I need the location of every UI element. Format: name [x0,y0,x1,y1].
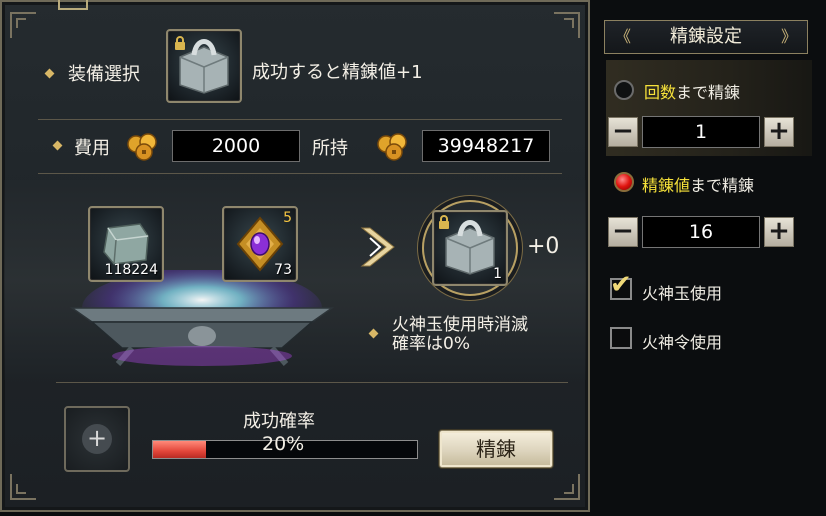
count-plus-button[interactable]: + [764,117,794,147]
option-level-rest: まで精錬 [690,176,755,195]
level-value[interactable]: 16 [642,216,760,248]
material-count: 73 [274,262,292,278]
fire-jade-label: 火神玉使用 [642,284,723,303]
corner-ornament [10,474,36,500]
equip-slot[interactable] [166,29,242,103]
stone-block-icon [179,39,229,94]
option-level-highlight: 精錬値 [642,176,691,195]
refine-button[interactable]: 精錬 [439,430,553,468]
equip-select-label: 装備選択 [68,64,140,85]
option-count-label: 回数まで精錬 [644,79,740,103]
plus-icon: + [82,424,112,454]
divider [56,382,568,383]
fire-order-label: 火神令使用 [642,333,723,352]
settings-header: 《 精錬設定 》 [604,20,808,54]
result-slot[interactable]: 1 [432,210,508,286]
corner-ornament [10,12,36,38]
material-count: 118224 [104,262,158,278]
radio-count[interactable] [614,80,634,100]
cauldron-icon [69,270,335,366]
material-slot[interactable]: 118224 [88,206,164,282]
success-effect-text: 成功すると精錬値+1 [252,62,423,83]
radio-level[interactable] [614,172,634,192]
settings-panel: 《 精錬設定 》 回数まで精錬 − 1 + 精錬値まで精錬 − 16 + ✔ 火… [596,0,822,512]
cost-value: 2000 [172,130,300,162]
chevron-right-icon [360,227,395,267]
count-minus-button[interactable]: − [608,117,638,147]
level-plus-button[interactable]: + [764,217,794,247]
corner-ornament [554,12,580,38]
result-count: 1 [493,266,502,282]
option-count-rest: まで精錬 [676,83,741,102]
corner-ornament [554,474,580,500]
option-level-label: 精錬値まで精錬 [642,172,754,196]
option-count-highlight: 回数 [644,83,677,102]
material-slot[interactable]: 5 73 [222,206,298,282]
level-minus-button[interactable]: − [608,217,638,247]
note-line: 確率は0% [392,334,470,354]
coin-icon [377,133,407,161]
add-item-slot[interactable]: + [64,406,130,472]
fire-jade-checkbox[interactable]: ✔ [610,272,632,300]
checkmark-icon: ✔ [610,270,632,300]
settings-title: 精錬設定 [670,26,742,47]
owned-label: 所持 [312,138,348,159]
material-badge: 5 [283,210,292,226]
success-rate-label: 成功確率 [243,411,315,432]
fire-order-checkbox[interactable] [610,327,632,349]
count-value[interactable]: 1 [642,116,760,148]
success-rate-value: 20% [262,433,305,455]
cost-label: 費用 [74,138,110,159]
coin-icon [127,133,157,161]
panel-notch [58,0,88,10]
success-rate-fill [153,441,206,458]
ornament-right-icon: 》 [780,27,797,46]
result-bonus: +0 [527,234,560,259]
divider [38,173,562,174]
ornament-left-icon: 《 [615,27,632,46]
divider [38,119,562,120]
note-text: 火神玉使用時消滅 確率は0% [392,316,528,354]
note-line: 火神玉使用時消滅 [392,315,528,335]
owned-value: 39948217 [422,130,550,162]
